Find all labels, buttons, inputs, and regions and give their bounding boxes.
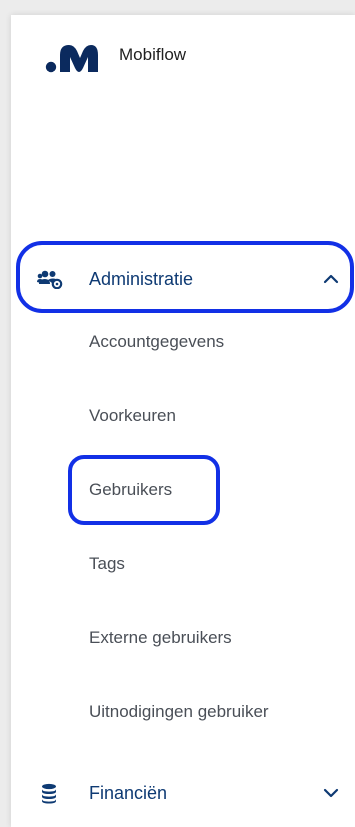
- chevron-down-icon[interactable]: [323, 785, 339, 801]
- nav-item-financien[interactable]: Financiën: [11, 768, 355, 818]
- nav-item-label: Financiën: [89, 782, 168, 803]
- sub-item-externe-gebruikers[interactable]: Externe gebruikers: [89, 628, 232, 648]
- coins-icon: [37, 782, 63, 804]
- mobiflow-logo-icon: [45, 45, 98, 73]
- nav-item-label: Administratie: [89, 268, 194, 289]
- app-name: Mobiflow: [119, 45, 187, 64]
- logo[interactable]: [44, 43, 100, 73]
- nav-item-administratie[interactable]: Administratie: [11, 254, 355, 304]
- sub-item-tags[interactable]: Tags: [89, 554, 125, 574]
- sub-item-accountgegevens[interactable]: Accountgegevens: [89, 332, 224, 352]
- chevron-up-icon[interactable]: [323, 271, 339, 287]
- sub-item-gebruikers[interactable]: Gebruikers: [89, 480, 172, 500]
- sub-item-uitnodigingen-gebruiker[interactable]: Uitnodigingen gebruiker: [89, 702, 269, 722]
- users-cog-icon: [37, 268, 63, 290]
- sub-item-voorkeuren[interactable]: Voorkeuren: [89, 406, 176, 426]
- sidebar: Mobiflow Administratie Accountgegevens V…: [11, 15, 355, 827]
